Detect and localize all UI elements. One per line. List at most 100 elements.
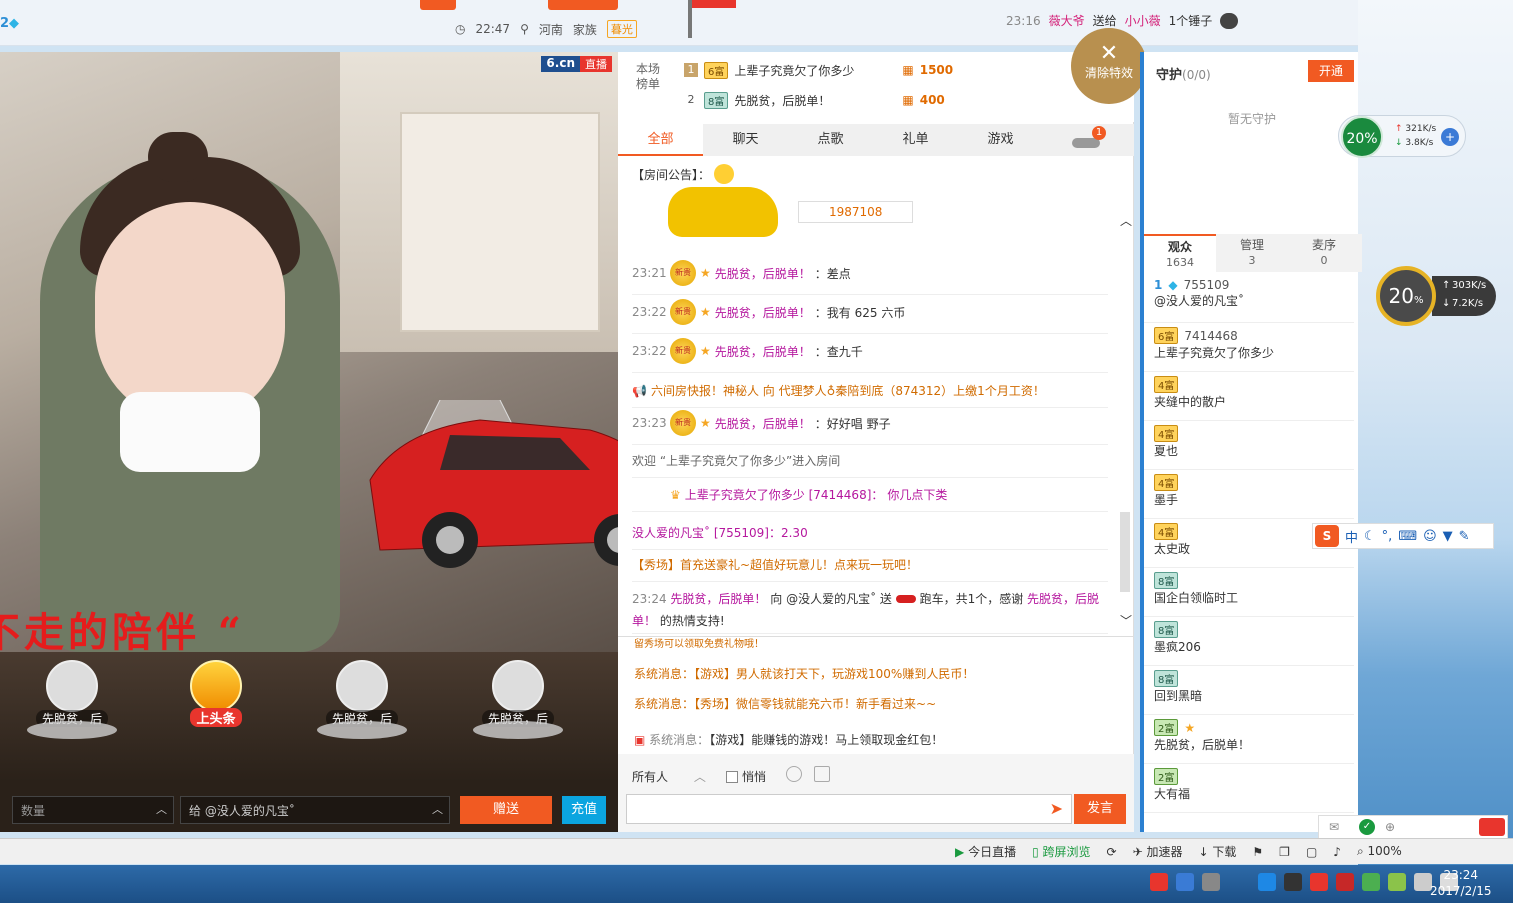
cross-screen-link[interactable]: ▯ 跨屏浏览: [1032, 843, 1090, 860]
emoji-icon[interactable]: [786, 766, 802, 782]
mail-icon[interactable]: ✉: [1329, 820, 1339, 834]
audience-item[interactable]: 1 ◆ 755109 @没人爱的凡宝˚: [1144, 274, 1354, 323]
tab-games[interactable]: 游戏: [958, 124, 1043, 156]
audience-item[interactable]: 4富 夹缝中的散户: [1144, 372, 1354, 421]
gift-log-to[interactable]: 小小薇: [1125, 12, 1161, 29]
zoom-control[interactable]: ⌕ 100%: [1357, 844, 1402, 859]
taskbar-clock[interactable]: 23:24 2017/2/15: [1430, 867, 1492, 899]
recharge-header-button[interactable]: [548, 0, 618, 10]
ime-toolbar[interactable]: S 中 ☾ °, ⌨ ☺ ▼ ✎: [1312, 523, 1494, 549]
user-icon[interactable]: ☺: [1423, 529, 1437, 544]
message-sender[interactable]: 先脱贫，后脱单！: [715, 265, 811, 282]
audience-item[interactable]: 2富 大有福: [1144, 764, 1354, 813]
seat-1[interactable]: 先脱贫，后: [22, 660, 122, 739]
tab-admins[interactable]: 管理 3: [1216, 234, 1288, 272]
whisper-label: 悄悄: [742, 770, 767, 784]
audience-item[interactable]: 8富 回到黑暗: [1144, 666, 1354, 715]
check-icon[interactable]: ✓: [1359, 819, 1375, 835]
today-live-link[interactable]: ▶ 今日直播: [955, 843, 1016, 860]
recharge-button[interactable]: 充值: [562, 796, 606, 824]
six-icon[interactable]: [1310, 873, 1328, 891]
audience-item[interactable]: 8富 墨疯206: [1144, 617, 1354, 666]
header-button[interactable]: [420, 0, 456, 10]
audience-item[interactable]: 4富 夏也: [1144, 421, 1354, 470]
tab-mic-queue[interactable]: 麦序 0: [1288, 234, 1360, 272]
chat-input[interactable]: ➤: [626, 794, 1072, 824]
ime-mode[interactable]: 中: [1345, 527, 1358, 546]
tab-gifts[interactable]: 礼单: [873, 124, 958, 156]
recipient-select[interactable]: 所有人 ︿: [632, 768, 706, 785]
tab-all[interactable]: 全部: [618, 124, 703, 156]
accelerator-link[interactable]: ✈ 加速器: [1133, 843, 1183, 860]
penguin-icon[interactable]: [1284, 873, 1302, 891]
plus-icon[interactable]: +: [1441, 128, 1459, 146]
app-icon[interactable]: [1336, 873, 1354, 891]
wrench-icon[interactable]: ✎: [1459, 529, 1470, 544]
gift-quantity-select[interactable]: 数量 ︿: [12, 796, 174, 824]
seat-pedestal: [473, 721, 563, 739]
message-sender[interactable]: 先脱贫，后脱单！: [715, 343, 811, 360]
message-sender[interactable]: 先脱贫，后脱单！: [715, 415, 811, 432]
network-speed-widget[interactable]: 20% ↑ 321K/s ↓ 3.8K/s +: [1338, 115, 1466, 158]
gift-sender[interactable]: 先脱贫，后脱单！: [670, 592, 766, 606]
whisper-checkbox[interactable]: 悄悄: [726, 768, 766, 785]
ranking-index: 2: [687, 93, 695, 106]
audience-item[interactable]: 2富 ★ 先脱贫，后脱单！: [1144, 715, 1354, 764]
speaker-icon[interactable]: ♪: [1333, 845, 1341, 859]
audience-item[interactable]: 4富 墨手: [1144, 470, 1354, 519]
ranking-name: 上辈子究竟欠了你多少: [734, 63, 855, 78]
system-text: 【游戏】能赚钱的游戏！马上领取现金红包！: [709, 733, 944, 747]
message-sender[interactable]: 上辈子究竟欠了你多少 [7414468]：: [685, 486, 884, 503]
chat-bubble-icon[interactable]: [1479, 818, 1505, 836]
open-guard-button[interactable]: 开通: [1308, 60, 1354, 82]
image-icon[interactable]: [814, 766, 830, 782]
car-tab[interactable]: 1: [1070, 126, 1106, 152]
chat-message: 没人爱的凡宝˚ [755109]：2.30: [632, 524, 1108, 550]
tab-chat[interactable]: 聊天: [703, 124, 788, 156]
gift-recipient-select[interactable]: 给 @没人爱的凡宝˚ ︿: [180, 796, 450, 824]
promo-message[interactable]: 【秀场】首充送豪礼~超值好玩意儿！点来玩一玩吧！: [632, 556, 1108, 582]
gamepad-icon[interactable]: [1202, 873, 1220, 891]
plus-tray-icon[interactable]: [1388, 873, 1406, 891]
audience-item[interactable]: 6富 7414468 上辈子究竟欠了你多少: [1144, 323, 1354, 372]
system-message[interactable]: 系统消息：【秀场】微信零钱就能充六币！新手看过来~~: [634, 695, 936, 712]
scrollbar-thumb[interactable]: [1120, 512, 1130, 592]
refresh-icon[interactable]: ⟳: [1107, 845, 1117, 859]
family-badge[interactable]: 暮光: [606, 20, 637, 38]
tab-audience[interactable]: 观众 1634: [1144, 234, 1216, 272]
zoom-icon[interactable]: ⊕: [1385, 820, 1395, 834]
ranking-row[interactable]: 2 8富 先脱贫，后脱单！ ▦ 400: [684, 90, 945, 110]
audience-item[interactable]: 8富 国企白领临时工: [1144, 568, 1354, 617]
window-icon[interactable]: ▢: [1306, 845, 1317, 859]
ranking-row[interactable]: 1 6富 上辈子究竟欠了你多少 ▦ 1500: [684, 60, 953, 80]
k-icon[interactable]: [1258, 873, 1276, 891]
download-link[interactable]: ↓ 下载: [1199, 843, 1237, 860]
system-message[interactable]: ▣ 系统消息：【游戏】能赚钱的游戏！马上领取现金红包！: [634, 731, 943, 748]
network-icon[interactable]: [1362, 873, 1380, 891]
gift-log-from[interactable]: 薇大爷: [1049, 12, 1085, 29]
flag-icon[interactable]: ⚑: [1252, 845, 1263, 859]
punctuation-icon[interactable]: °,: [1382, 529, 1393, 544]
moon-icon[interactable]: ☾: [1364, 529, 1376, 544]
send-arrow-icon[interactable]: ➤: [1050, 799, 1063, 818]
clear-effects-button[interactable]: ✕ 清除特效: [1071, 28, 1147, 104]
network-speed-widget-2[interactable]: ↑ 303K/s ↓ 7.2K/s 20%: [1376, 266, 1496, 326]
seat-3[interactable]: 先脱贫，后: [468, 660, 568, 739]
send-gift-button[interactable]: 赠送: [460, 796, 552, 824]
keyboard-icon[interactable]: ⌨: [1398, 529, 1417, 544]
tab-song[interactable]: 点歌: [788, 124, 873, 156]
headline-seat[interactable]: 上头条: [166, 660, 266, 727]
system-message[interactable]: 系统消息：【游戏】男人就该打天下，玩游戏100%赚到人民币！: [634, 665, 974, 682]
chat-scrollbar[interactable]: ︿ ﹀: [1118, 212, 1132, 632]
car-id[interactable]: 1987108: [798, 201, 914, 223]
message-sender[interactable]: 先脱贫，后脱单！: [715, 304, 811, 321]
send-message-button[interactable]: 发言: [1074, 794, 1126, 824]
message-text: ：好好唱 野子: [814, 416, 891, 431]
sogou-tray-icon[interactable]: [1150, 873, 1168, 891]
seat-2[interactable]: 先脱贫，后: [312, 660, 412, 739]
layers-icon[interactable]: ❐: [1279, 845, 1290, 859]
shield-icon[interactable]: [1176, 873, 1194, 891]
clear-effects-label: 清除特效: [1084, 66, 1133, 80]
tab-audience-label: 观众: [1167, 240, 1192, 254]
skin-icon[interactable]: ▼: [1443, 529, 1453, 544]
